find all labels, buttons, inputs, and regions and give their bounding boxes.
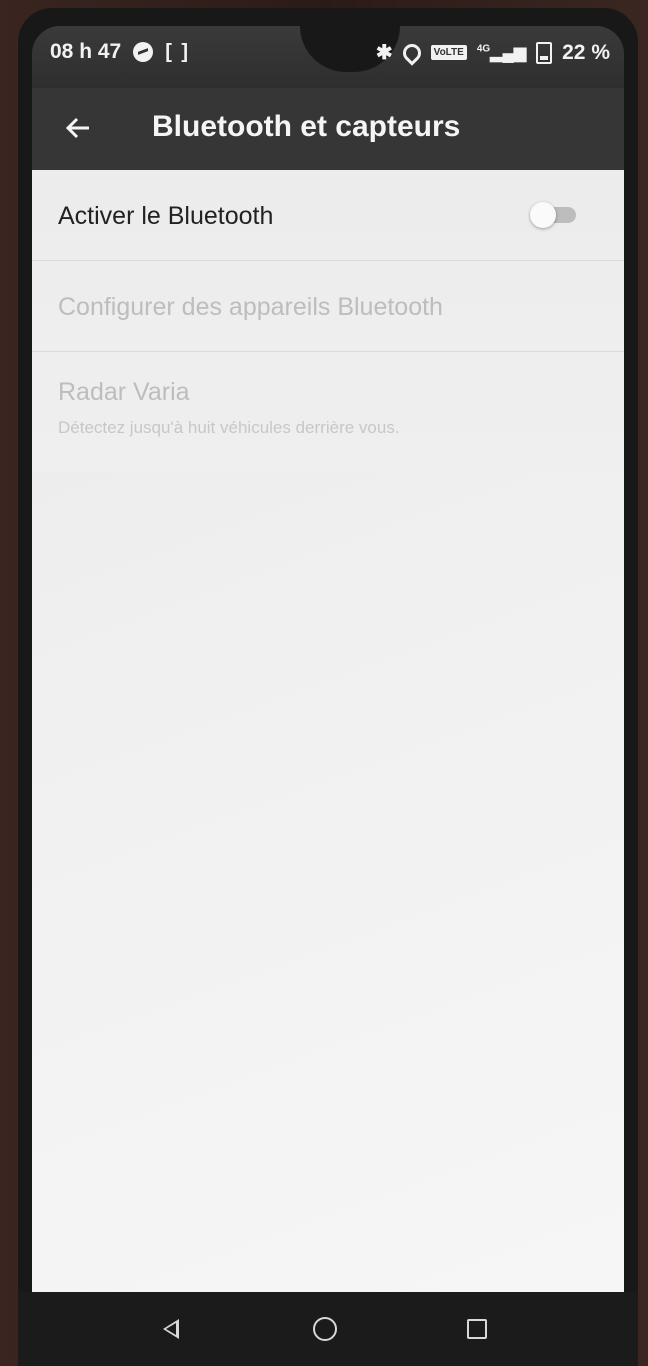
nav-back-button[interactable] — [156, 1314, 186, 1344]
settings-content: Activer le Bluetooth Configurer des appa… — [32, 170, 624, 1292]
page-title: Bluetooth et capteurs — [152, 110, 461, 143]
bluetooth-icon: ✱ — [375, 42, 393, 64]
enable-bluetooth-row[interactable]: Activer le Bluetooth — [32, 170, 624, 261]
radar-varia-row: Radar Varia Détectez jusqu'à huit véhicu… — [32, 352, 624, 472]
messenger-icon — [133, 42, 154, 62]
location-icon — [398, 39, 425, 66]
home-circle-icon — [313, 1317, 337, 1341]
arrow-left-icon-svg — [65, 117, 89, 139]
radar-varia-label: Radar Varia — [58, 378, 190, 406]
system-nav-bar — [18, 1292, 638, 1366]
screen-capture-icon: [ ] — [165, 40, 191, 63]
configure-devices-row: Configurer des appareils Bluetooth — [32, 261, 624, 352]
status-time: 08 h 47 — [50, 40, 122, 63]
status-right: ✱ VoLTE 4G▂▄▆ 22 % — [375, 39, 610, 66]
back-triangle-icon — [163, 1319, 179, 1339]
toggle-thumb — [530, 202, 556, 228]
nav-home-button[interactable] — [310, 1314, 340, 1344]
status-left: 08 h 47 [ ] — [50, 40, 190, 64]
bluetooth-toggle[interactable] — [530, 202, 578, 228]
enable-bluetooth-label: Activer le Bluetooth — [58, 202, 274, 230]
app-bar: Bluetooth et capteurs — [32, 88, 624, 170]
settings-list: Activer le Bluetooth Configurer des appa… — [32, 170, 624, 472]
recents-square-icon — [467, 1319, 487, 1339]
status-bar: 08 h 47 [ ] ✱ VoLTE 4G▂▄▆ 22 % — [32, 26, 624, 88]
volte-icon: VoLTE — [430, 45, 467, 60]
battery-icon — [536, 41, 553, 64]
arrow-left-icon[interactable] — [60, 110, 96, 146]
network-type: 4G — [476, 43, 491, 55]
configure-devices-label: Configurer des appareils Bluetooth — [58, 293, 443, 321]
battery-percent: 22 % — [562, 40, 610, 64]
phone-screen: 08 h 47 [ ] ✱ VoLTE 4G▂▄▆ 22 % Bluetooth… — [18, 8, 638, 1366]
nav-recents-button[interactable] — [462, 1314, 492, 1344]
radar-varia-description: Détectez jusqu'à huit véhicules derrière… — [58, 418, 400, 437]
signal-icon: 4G▂▄▆ — [476, 43, 527, 62]
